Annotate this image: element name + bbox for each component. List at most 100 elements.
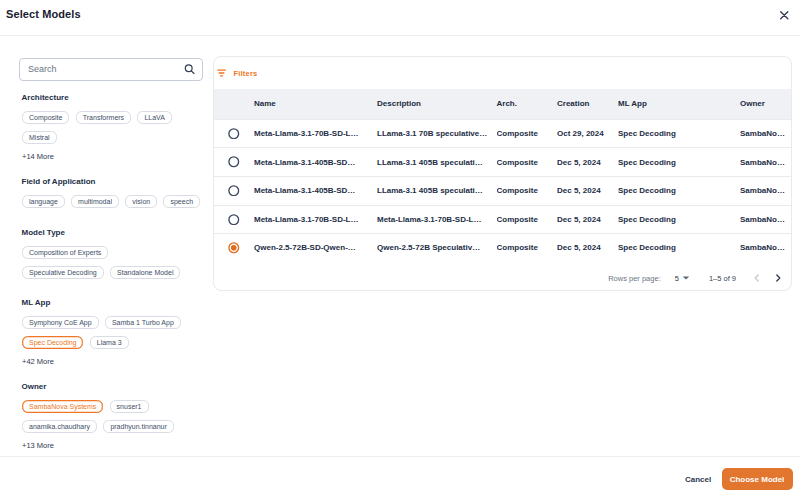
column-header-creation: Creation	[557, 99, 618, 108]
column-header-description: Description	[377, 99, 497, 108]
filter-list-icon	[217, 69, 226, 77]
cell-name: Meta-Llama-3.1-70B-SD-L…	[254, 129, 377, 138]
dialog-title: Select Models	[6, 8, 81, 20]
show-more-button[interactable]: +42 More	[19, 357, 54, 366]
cell-creation: Oct 29, 2024	[557, 129, 618, 138]
filters-label: Filters	[234, 69, 258, 78]
table-header-row: NameDescriptionArch.CreationML AppOwner	[214, 89, 791, 119]
footer-divider	[0, 456, 800, 457]
filter-chip-symphony-coe-app[interactable]: Symphony CoE App	[22, 316, 99, 329]
cell-owner: SambaNo…	[740, 158, 791, 167]
chevron-right-icon	[774, 274, 782, 282]
row-radio[interactable]	[214, 242, 254, 254]
column-header-ml-app: ML App	[618, 99, 740, 108]
filter-chip-vision[interactable]: vision	[125, 195, 157, 208]
search-placeholder: Search	[28, 64, 57, 74]
cell-name: Qwen-2.5-72B-SD-Qwen-…	[254, 243, 377, 252]
cell-ml_app: Spec Decoding	[618, 158, 740, 167]
radio-unchecked-icon	[228, 128, 240, 140]
rows-per-page-value[interactable]: 5	[675, 274, 679, 283]
next-page-button[interactable]	[774, 274, 782, 282]
table-row[interactable]: Qwen-2.5-72B-SD-Qwen-…Qwen-2.5-72B Specu…	[214, 233, 791, 262]
cell-arch: Composite	[497, 129, 558, 138]
filter-chip-llama-3[interactable]: Llama 3	[90, 336, 129, 349]
filter-section-label: ML App	[19, 299, 200, 307]
filter-chip-anamika-chaudhary[interactable]: anamika.chaudhary	[22, 420, 97, 433]
cell-owner: SambaNo…	[740, 186, 791, 195]
cell-name: Meta-Llama-3.1-70B-SD-L…	[254, 215, 377, 224]
cell-arch: Composite	[497, 243, 558, 252]
filter-chip-multimodal[interactable]: multimodal	[71, 195, 119, 208]
row-radio[interactable]	[214, 214, 254, 226]
close-icon	[779, 10, 790, 21]
filter-section-architecture: ArchitectureCompositeTransformersLLaVAMi…	[19, 94, 200, 161]
filter-section-ml-app: ML App Symphony CoE App Samba 1 Turbo App S…	[19, 299, 200, 366]
row-radio[interactable]	[214, 185, 254, 197]
table-row[interactable]: Meta-Llama-3.1-405B-SD…LLama-3.1 405B sp…	[214, 176, 791, 205]
cell-arch: Composite	[497, 158, 558, 167]
close-button[interactable]	[777, 8, 791, 22]
column-header-arch-: Arch.	[497, 99, 558, 108]
column-header-owner: Owner	[740, 99, 791, 108]
filter-chip-spec-decoding[interactable]: Spec Decoding	[22, 336, 83, 349]
filter-section-label: Model Type	[19, 229, 200, 237]
cell-name: Meta-Llama-3.1-405B-SD…	[254, 186, 377, 195]
cell-arch: Composite	[497, 215, 558, 224]
filter-section-field-of-application: Field of Application language multimodal vi…	[19, 178, 200, 208]
cell-description: Qwen-2.5-72B Speculativ…	[377, 243, 497, 252]
filter-chip-samba-1-turbo-app[interactable]: Samba 1 Turbo App	[105, 316, 181, 329]
table-toolbar: Filters	[214, 57, 791, 89]
search-input[interactable]: Search	[19, 58, 203, 81]
cell-owner: SambaNo…	[740, 215, 791, 224]
row-radio[interactable]	[214, 128, 254, 140]
cell-owner: SambaNo…	[740, 129, 791, 138]
previous-page-button[interactable]	[753, 274, 761, 282]
filter-chip-standalone-model[interactable]: Standalone Model	[110, 266, 180, 279]
show-more-button[interactable]: +13 More	[19, 441, 54, 450]
filters-button[interactable]: Filters	[217, 69, 257, 78]
filter-chip-mistral[interactable]: Mistral	[22, 131, 57, 144]
filter-chip-speech[interactable]: speech	[163, 195, 200, 208]
radio-unchecked-icon	[228, 214, 240, 226]
pagination: Rows per page: 5 1–5 of 9	[214, 262, 791, 291]
cell-ml_app: Spec Decoding	[618, 129, 740, 138]
filter-sidebar: Search ArchitectureCompositeTransformers…	[19, 58, 203, 81]
table-row[interactable]: Meta-Llama-3.1-405B-SD…LLama-3.1 405B sp…	[214, 147, 791, 176]
filter-chip-pradhyun-tinnanur[interactable]: pradhyun.tinnanur	[103, 420, 173, 433]
cancel-button[interactable]: Cancel	[676, 468, 720, 490]
row-radio[interactable]	[214, 156, 254, 168]
radio-unchecked-icon	[228, 156, 240, 168]
filter-chip-speculative-decoding[interactable]: Speculative Decoding	[22, 266, 104, 279]
cell-name: Meta-Llama-3.1-405B-SD…	[254, 158, 377, 167]
filter-chip-composite[interactable]: Composite	[22, 111, 69, 124]
cell-creation: Dec 5, 2024	[557, 215, 618, 224]
cell-creation: Dec 5, 2024	[557, 243, 618, 252]
pagination-range: 1–5 of 9	[709, 274, 736, 283]
models-panel: Filters NameDescriptionArch.CreationML A…	[213, 56, 792, 291]
cell-description: LLama-3.1 70B speculative…	[377, 129, 497, 138]
show-more-button[interactable]: +14 More	[19, 152, 54, 161]
table-row[interactable]: Meta-Llama-3.1-70B-SD-L…LLama-3.1 70B sp…	[214, 119, 791, 148]
cell-ml_app: Spec Decoding	[618, 243, 740, 252]
search-icon	[184, 64, 195, 75]
cell-creation: Dec 5, 2024	[557, 186, 618, 195]
rows-per-page-label: Rows per page:	[608, 274, 661, 283]
cell-ml_app: Spec Decoding	[618, 186, 740, 195]
radio-checked-icon	[228, 242, 240, 254]
table-row[interactable]: Meta-Llama-3.1-70B-SD-L…Meta-Llama-3.1-7…	[214, 205, 791, 234]
filter-section-owner: OwnerSambaNova Systemssnuser1anamika.cha…	[19, 383, 200, 450]
filter-chip-transformers[interactable]: Transformers	[76, 111, 131, 124]
header-divider	[0, 35, 800, 36]
cell-owner: SambaNo…	[740, 243, 791, 252]
cell-description: Meta-Llama-3.1-70B-SD-L…	[377, 215, 497, 224]
rows-per-page-caret-icon[interactable]	[682, 276, 690, 280]
filter-chip-snuser1[interactable]: snuser1	[110, 400, 149, 413]
filter-chip-llava[interactable]: LLaVA	[137, 111, 172, 124]
choose-model-button[interactable]: Choose Model	[722, 468, 793, 490]
filter-chip-language[interactable]: language	[22, 195, 65, 208]
cell-description: LLama-3.1 405B speculati…	[377, 186, 497, 195]
cell-arch: Composite	[497, 186, 558, 195]
filter-chip-sambanova-systems[interactable]: SambaNova Systems	[22, 400, 103, 413]
filter-section-label: Field of Application	[19, 178, 200, 186]
filter-chip-composition-of-experts[interactable]: Composition of Experts	[22, 246, 108, 259]
